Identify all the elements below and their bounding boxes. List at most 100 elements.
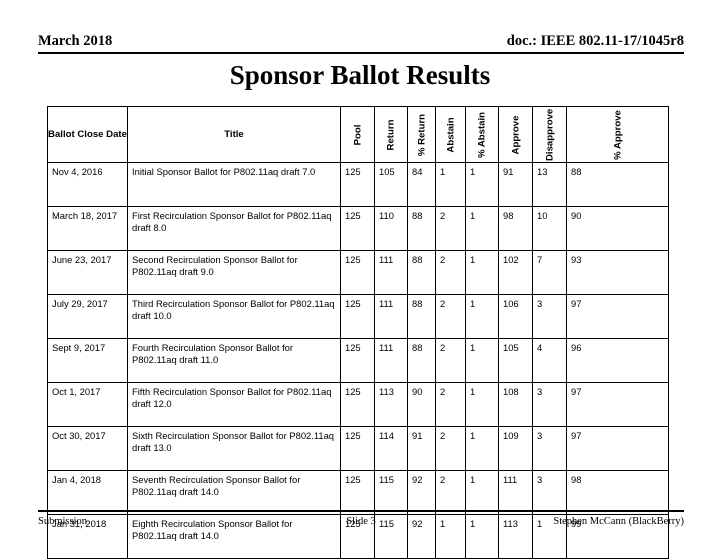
cell-disapprove: 3 — [532, 470, 567, 515]
cell-approve: 91 — [498, 162, 533, 207]
cell-pct_return: 91 — [407, 426, 436, 471]
cell-pool: 125 — [340, 338, 375, 383]
cell-abstain: 2 — [435, 206, 466, 251]
header-document-number: doc.: IEEE 802.11-17/1045r8 — [506, 33, 684, 49]
cell-pool: 125 — [340, 426, 375, 471]
cell-abstain: 1 — [435, 162, 466, 207]
cell-pct_return: 84 — [407, 162, 436, 207]
cell-return: 113 — [374, 382, 408, 427]
cell-approve: 102 — [498, 250, 533, 295]
cell-pct_abstain: 1 — [465, 470, 499, 515]
table-row: Sept 9, 2017 Fourth Recirculation Sponsor… — [47, 338, 669, 383]
cell-pool: 125 — [340, 206, 375, 251]
column-header-pool: Pool — [340, 106, 375, 163]
slide-footer: Submission Slide 3 Stephen McCann (Black… — [38, 510, 684, 534]
column-header-pct-return-label: % Return — [415, 113, 427, 156]
cell-return: 111 — [374, 250, 408, 295]
sponsor-ballot-results-table: Ballot Close Date Title Pool Return % Re… — [47, 106, 669, 559]
cell-date: Jan 4, 2018 — [47, 470, 128, 515]
cell-pct_abstain: 1 — [465, 250, 499, 295]
cell-abstain: 2 — [435, 470, 466, 515]
table-row: June 23, 2017 Second Recirculation Sponso… — [47, 250, 669, 295]
cell-return: 105 — [374, 162, 408, 207]
column-header-title: Title — [127, 106, 341, 163]
column-header-approve-label: Approve — [509, 115, 521, 154]
cell-return: 114 — [374, 426, 408, 471]
table-row: Jan 4, 2018 Seventh Recirculation Sponsor… — [47, 470, 669, 515]
cell-abstain: 2 — [435, 338, 466, 383]
cell-approve: 105 — [498, 338, 533, 383]
cell-pool: 125 — [340, 470, 375, 515]
cell-pct_approve: 97 — [566, 294, 669, 339]
cell-approve: 98 — [498, 206, 533, 251]
cell-disapprove: 3 — [532, 382, 567, 427]
table-row: Oct 1, 2017 Fifth Recirculation Sponsor B… — [47, 382, 669, 427]
cell-pct_approve: 90 — [566, 206, 669, 251]
cell-disapprove: 10 — [532, 206, 567, 251]
cell-date: Sept 9, 2017 — [47, 338, 128, 383]
cell-pct_return: 90 — [407, 382, 436, 427]
cell-return: 110 — [374, 206, 408, 251]
cell-pct_return: 88 — [407, 250, 436, 295]
column-header-pct-approve-label: % Approve — [611, 109, 623, 160]
column-header-pct-approve: % Approve — [566, 106, 669, 163]
column-header-abstain-label: Abstain — [444, 116, 456, 153]
cell-title: Sixth Recirculation Sponsor Ballot for P… — [127, 426, 341, 471]
cell-abstain: 2 — [435, 250, 466, 295]
table-row: Oct 30, 2017 Sixth Recirculation Sponsor … — [47, 426, 669, 471]
column-header-disapprove-label: Disapprove — [543, 108, 555, 161]
column-header-return-label: Return — [385, 119, 397, 150]
cell-date: Oct 1, 2017 — [47, 382, 128, 427]
cell-return: 111 — [374, 294, 408, 339]
cell-pct_abstain: 1 — [465, 382, 499, 427]
cell-pct_approve: 97 — [566, 382, 669, 427]
cell-abstain: 2 — [435, 294, 466, 339]
cell-title: Initial Sponsor Ballot for P802.11aq dra… — [127, 162, 341, 207]
cell-date: Nov 4, 2016 — [47, 162, 128, 207]
table-row: March 18, 2017 First Recirculation Sponso… — [47, 206, 669, 251]
cell-approve: 108 — [498, 382, 533, 427]
table-row: Nov 4, 2016 Initial Sponsor Ballot for P8… — [47, 162, 669, 207]
cell-abstain: 2 — [435, 426, 466, 471]
cell-return: 115 — [374, 470, 408, 515]
cell-pct_abstain: 1 — [465, 426, 499, 471]
cell-pct_return: 88 — [407, 206, 436, 251]
cell-approve: 106 — [498, 294, 533, 339]
footer-author: Stephen McCann (BlackBerry) — [553, 516, 684, 527]
column-header-abstain: Abstain — [435, 106, 466, 163]
cell-disapprove: 7 — [532, 250, 567, 295]
cell-date: July 29, 2017 — [47, 294, 128, 339]
cell-abstain: 2 — [435, 382, 466, 427]
cell-pct_abstain: 1 — [465, 338, 499, 383]
cell-date: Oct 30, 2017 — [47, 426, 128, 471]
column-header-pool-label: Pool — [351, 124, 363, 145]
cell-pct_abstain: 1 — [465, 206, 499, 251]
column-header-ballot-close-date: Ballot Close Date — [47, 106, 128, 163]
cell-title: Fourth Recirculation Sponsor Ballot for … — [127, 338, 341, 383]
cell-title: First Recirculation Sponsor Ballot for P… — [127, 206, 341, 251]
table-row: July 29, 2017 Third Recirculation Sponsor… — [47, 294, 669, 339]
header-date: March 2018 — [38, 33, 113, 49]
cell-pct_return: 88 — [407, 294, 436, 339]
cell-pct_approve: 96 — [566, 338, 669, 383]
cell-pool: 125 — [340, 382, 375, 427]
cell-title: Third Recirculation Sponsor Ballot for P… — [127, 294, 341, 339]
cell-approve: 111 — [498, 470, 533, 515]
cell-title: Second Recirculation Sponsor Ballot for … — [127, 250, 341, 295]
cell-return: 111 — [374, 338, 408, 383]
table-header-row: Ballot Close Date Title Pool Return % Re… — [47, 106, 669, 163]
cell-disapprove: 13 — [532, 162, 567, 207]
cell-pct_abstain: 1 — [465, 294, 499, 339]
cell-pool: 125 — [340, 250, 375, 295]
cell-title: Fifth Recirculation Sponsor Ballot for P… — [127, 382, 341, 427]
page-title: Sponsor Ballot Results — [229, 60, 491, 90]
cell-date: June 23, 2017 — [47, 250, 128, 295]
cell-disapprove: 3 — [532, 294, 567, 339]
column-header-return: Return — [374, 106, 408, 163]
cell-approve: 109 — [498, 426, 533, 471]
cell-pct_approve: 93 — [566, 250, 669, 295]
cell-date: March 18, 2017 — [47, 206, 128, 251]
cell-pct_return: 88 — [407, 338, 436, 383]
column-header-approve: Approve — [498, 106, 533, 163]
table-body: Nov 4, 2016 Initial Sponsor Ballot for P8… — [47, 162, 669, 559]
